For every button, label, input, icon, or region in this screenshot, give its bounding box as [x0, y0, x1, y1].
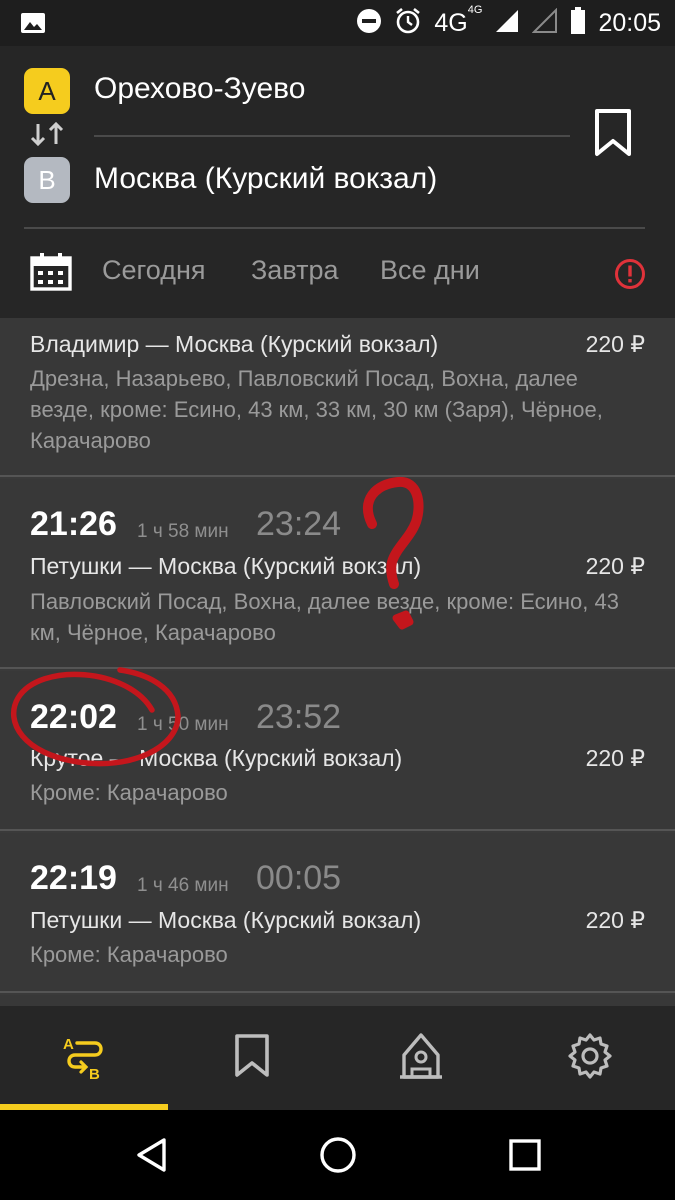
station-icon — [398, 1031, 444, 1085]
bookmark-icon — [232, 1033, 272, 1083]
nav-settings[interactable] — [506, 1006, 674, 1110]
point-a-badge: A — [24, 68, 70, 114]
tab-all-days[interactable]: Все дни — [380, 255, 480, 286]
train-card[interactable]: Владимир — Москва (Курский вокзал) 220 ₽… — [0, 318, 675, 477]
nav-route-search[interactable]: A B — [0, 1006, 168, 1110]
point-b-badge: B — [24, 157, 70, 203]
recents-icon[interactable] — [508, 1138, 542, 1176]
alarm-icon — [394, 7, 422, 39]
alert-icon[interactable] — [614, 258, 646, 294]
train-stops: Павловский Посад, Вохна, далее везде, кр… — [30, 589, 619, 645]
departure-time: 22:19 — [30, 859, 117, 897]
clock: 20:05 — [598, 8, 661, 37]
calendar-icon[interactable] — [30, 253, 72, 295]
back-icon[interactable] — [134, 1137, 170, 1177]
nav-stations[interactable] — [337, 1006, 505, 1110]
arrival-time: 00:05 — [256, 859, 342, 897]
bookmark-route-button[interactable] — [591, 108, 635, 162]
train-stops: Кроме: Карачарово — [30, 942, 228, 967]
tab-today[interactable]: Сегодня — [102, 255, 205, 286]
svg-text:B: B — [89, 1066, 100, 1081]
status-bar: 4G4G 20:05 — [0, 0, 675, 46]
train-card[interactable]: 22:02 1 ч 50 мин 23:52 Крутое — Москва (… — [0, 671, 675, 831]
signal-empty-icon — [532, 7, 558, 38]
departure-time: 22:02 — [30, 698, 117, 736]
train-route: Петушки — Москва (Курский вокзал) — [30, 907, 422, 933]
gear-icon — [566, 1032, 614, 1084]
train-stops: Дрезна, Назарьево, Павловский Посад, Вох… — [30, 366, 603, 453]
signal-icon — [494, 8, 520, 38]
nav-bookmarks[interactable] — [168, 1006, 336, 1110]
divider — [94, 135, 570, 137]
system-navigation-bar — [0, 1110, 675, 1200]
departure-time: 21:26 — [30, 505, 117, 543]
bottom-navigation: A B — [0, 1006, 675, 1110]
arrival-time: 23:52 — [256, 698, 342, 736]
travel-duration: 1 ч 58 мин — [137, 521, 229, 542]
svg-text:A: A — [63, 1036, 74, 1053]
home-icon[interactable] — [319, 1136, 357, 1178]
train-card[interactable]: 21:26 1 ч 58 мин 23:24 Петушки — Москва … — [0, 479, 675, 669]
tab-tomorrow[interactable]: Завтра — [251, 255, 338, 286]
train-card[interactable] — [0, 995, 675, 1006]
travel-duration: 1 ч 46 мин — [137, 875, 229, 896]
train-price: 220 ₽ — [585, 331, 645, 357]
train-stops: Кроме: Карачарово — [30, 780, 228, 805]
train-card[interactable]: 22:19 1 ч 46 мин 00:05 Петушки — Москва … — [0, 833, 675, 993]
route-header: A B Орехово-Зуево Москва (Курский вокзал… — [0, 46, 675, 318]
train-list[interactable]: Владимир — Москва (Курский вокзал) 220 ₽… — [0, 318, 675, 1006]
route-search-icon: A B — [59, 1031, 109, 1085]
train-route: Крутое — Москва (Курский вокзал) — [30, 745, 403, 771]
dnd-icon — [356, 8, 382, 38]
travel-duration: 1 ч 50 мин — [137, 714, 229, 735]
train-price: 220 ₽ — [585, 553, 645, 579]
train-route: Петушки — Москва (Курский вокзал) — [30, 553, 422, 579]
train-price: 220 ₽ — [585, 907, 645, 933]
network-indicator: 4G4G — [434, 4, 483, 37]
swap-icon[interactable] — [28, 120, 66, 152]
train-price: 220 ₽ — [585, 745, 645, 771]
divider — [24, 227, 645, 229]
battery-icon — [570, 7, 586, 39]
arrival-time: 23:24 — [256, 505, 342, 543]
to-station-field[interactable]: Москва (Курский вокзал) — [94, 162, 437, 196]
train-route: Владимир — Москва (Курский вокзал) — [30, 331, 439, 357]
from-station-field[interactable]: Орехово-Зуево — [94, 72, 305, 106]
gallery-notification-icon — [20, 10, 46, 40]
